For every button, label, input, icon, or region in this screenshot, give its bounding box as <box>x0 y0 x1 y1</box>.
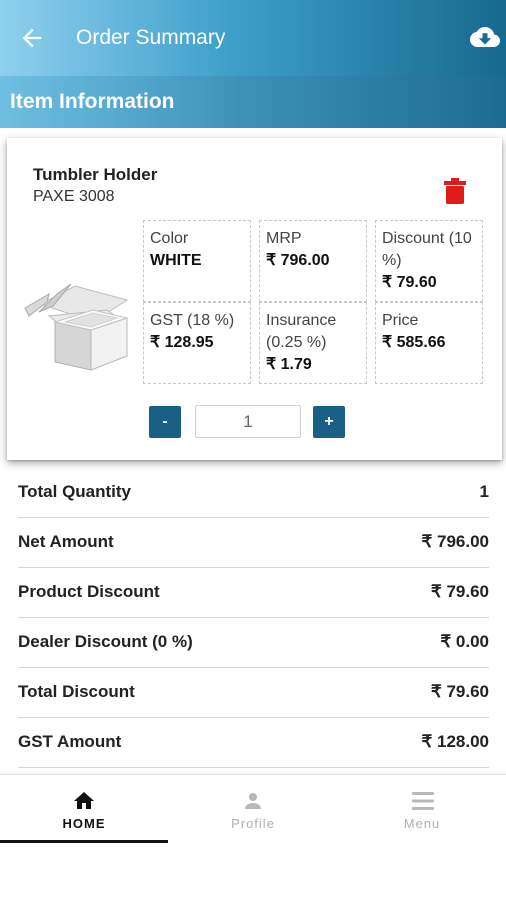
active-tab-indicator <box>0 840 168 843</box>
nav-profile-label: Profile <box>231 816 275 831</box>
nav-home-label: HOME <box>62 816 106 831</box>
attribute-cell-discount: Discount (10 %) ₹ 79.60 <box>375 220 483 302</box>
summary-row-gst-amount: GST Amount ₹ 128.00 <box>18 718 489 768</box>
trash-icon[interactable] <box>444 178 466 204</box>
attribute-cell-price: Price ₹ 585.66 <box>375 302 483 384</box>
section-title: Item Information <box>10 90 175 113</box>
cloud-download-icon[interactable] <box>468 22 502 52</box>
attribute-cell-color: Color WHITE <box>143 220 251 302</box>
quantity-increase-button[interactable]: + <box>313 406 345 438</box>
summary-row-total-discount: Total Discount ₹ 79.60 <box>18 668 489 718</box>
nav-home[interactable]: HOME <box>0 775 168 843</box>
hamburger-menu-icon <box>412 792 434 810</box>
quantity-decrease-button[interactable]: - <box>149 406 181 438</box>
summary-row-product-discount: Product Discount ₹ 79.60 <box>18 568 489 618</box>
product-image <box>24 283 129 371</box>
person-icon <box>245 793 261 809</box>
home-icon <box>74 792 94 809</box>
product-code: PAXE 3008 <box>33 188 115 205</box>
summary-row-total-quantity: Total Quantity 1 <box>18 468 489 518</box>
nav-menu-label: Menu <box>403 816 441 831</box>
item-card: Tumbler Holder PAXE 3008 Color WHITE MRP… <box>7 138 502 460</box>
product-name: Tumbler Holder <box>33 165 158 184</box>
app-bar: Order Summary <box>0 0 506 76</box>
summary-row-dealer-discount: Dealer Discount (0 %) ₹ 0.00 <box>18 618 489 668</box>
arrow-left-icon[interactable] <box>18 24 46 52</box>
attribute-grid: Color WHITE MRP ₹ 796.00 Discount (10 %)… <box>143 220 483 384</box>
bottom-navigation: HOME Profile Menu <box>0 774 506 843</box>
nav-profile[interactable]: Profile <box>169 775 337 843</box>
section-header: Item Information <box>0 76 506 128</box>
attribute-cell-insurance: Insurance (0.25 %) ₹ 1.79 <box>259 302 367 384</box>
summary-row-net-amount: Net Amount ₹ 796.00 <box>18 518 489 568</box>
page-title: Order Summary <box>76 26 226 49</box>
nav-menu[interactable]: Menu <box>338 775 506 843</box>
attribute-cell-mrp: MRP ₹ 796.00 <box>259 220 367 302</box>
attribute-cell-gst: GST (18 %) ₹ 128.95 <box>143 302 251 384</box>
quantity-input[interactable] <box>195 405 301 438</box>
